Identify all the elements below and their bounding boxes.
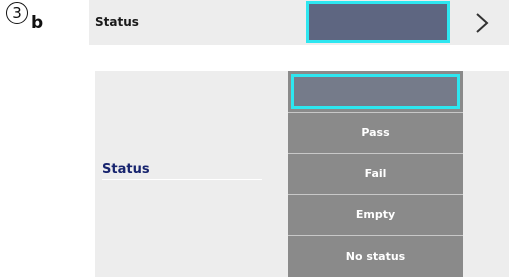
option-fail[interactable]: Fail	[288, 153, 463, 193]
option-pass[interactable]: Pass	[288, 112, 463, 152]
status-edit-illustration: 3 b Status Status Pass Fail Empty No sta…	[0, 0, 509, 277]
dropdown-selected-value[interactable]	[291, 74, 460, 109]
option-no-status[interactable]: No status	[288, 235, 463, 277]
step-marker: 3 b	[6, 2, 43, 33]
status-row-label: Status	[95, 15, 139, 29]
status-field-underline	[102, 179, 262, 180]
option-empty[interactable]: Empty	[288, 194, 463, 234]
status-field-label: Status	[102, 162, 150, 177]
status-row[interactable]: Status	[89, 0, 509, 45]
status-value-field[interactable]	[306, 1, 450, 43]
status-dropdown[interactable]: Pass Fail Empty No status	[288, 71, 463, 277]
chevron-right-icon[interactable]	[455, 0, 509, 45]
status-panel: Status Pass Fail Empty No status	[95, 71, 509, 277]
dropdown-selected[interactable]	[288, 71, 463, 112]
step-number: 3	[6, 2, 28, 24]
step-letter: b	[31, 13, 44, 33]
